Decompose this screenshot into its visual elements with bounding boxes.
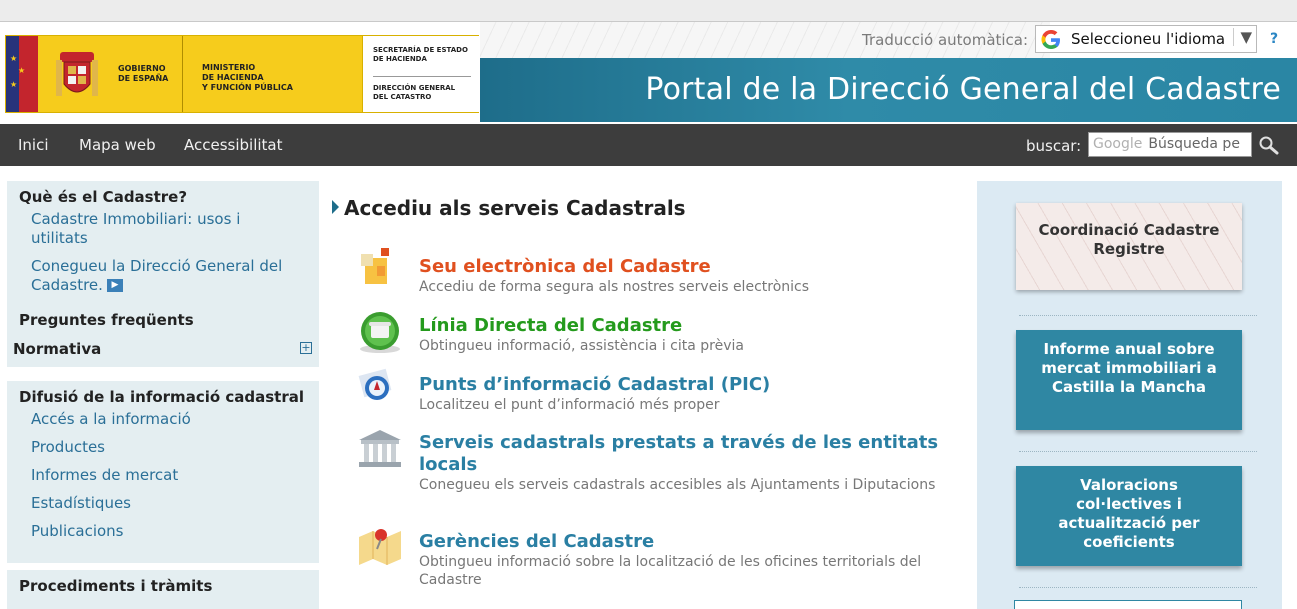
sidebar-item-productes[interactable]: Productes [31, 438, 105, 457]
services-title: Accediu als serveis Cadastrals [344, 196, 686, 220]
nav-item-accessibilitat[interactable]: Accessibilitat [184, 136, 283, 154]
service-title-linia[interactable]: Línia Directa del Cadastre [419, 315, 959, 337]
government-text: GOBIERNO DE ESPAÑA [118, 64, 169, 83]
sidebar-link-usos[interactable]: Cadastre Immobiliari: usos i utilitats [31, 210, 271, 248]
sidebar-link-faq[interactable]: Preguntes freqüents [19, 311, 194, 329]
google-g-icon [1041, 30, 1060, 49]
video-icon[interactable]: ▶ [106, 279, 123, 292]
map-pin-icon [359, 529, 401, 565]
sidebar-box-cadastre: Què és el Cadastre? Cadastre Immobiliari… [7, 181, 319, 367]
search-icon[interactable] [1258, 135, 1280, 155]
sidebar-item-estadistiques[interactable]: Estadístiques [31, 494, 131, 513]
promo-next-box[interactable] [1014, 600, 1242, 609]
promo-informe-label: Informe anual sobre mercat immobiliari a… [1041, 340, 1217, 396]
promo-coordinacio-label: Coordinació Cadastre Registre [1038, 221, 1220, 258]
service-desc-seu: Accediu de forma segura als nostres serv… [419, 279, 810, 295]
google-search-brand: Google [1093, 136, 1143, 152]
search-label: buscar: [1026, 137, 1082, 155]
ministry-text: MINISTERIO DE HACIENDA Y FUNCIÓN PÚBLICA [202, 63, 293, 92]
promo-coordinacio[interactable]: Coordinació Cadastre Registre [1016, 203, 1242, 290]
coat-of-arms-icon [56, 52, 98, 96]
sidebar-item-informes[interactable]: Informes de mercat [31, 466, 178, 485]
promo-valoracions[interactable]: Valoracions col·lectives i actualització… [1016, 466, 1242, 566]
header-banner: Portal de la Direcció General del Cadast… [480, 58, 1297, 122]
service-title-entitats[interactable]: Serveis cadastrals prestats a través de … [419, 432, 959, 476]
service-title-pic[interactable]: Punts d’informació Cadastral (PIC) [419, 374, 959, 396]
logo-divider [182, 36, 183, 112]
site-header: Portal de la Direcció General del Cadast… [0, 22, 1297, 123]
sidebar-link-normativa[interactable]: Normativa [13, 340, 101, 358]
language-select-value: Seleccioneu l'idioma [1071, 30, 1226, 48]
service-title-seu[interactable]: Seu electrònica del Cadastre [419, 256, 959, 278]
electronic-office-icon [361, 248, 389, 284]
nav-item-inici[interactable]: Inici [18, 136, 49, 154]
nav-item-mapa-web[interactable]: Mapa web [79, 136, 156, 154]
expand-plus-icon[interactable]: + [300, 342, 312, 354]
promo-informe-anual[interactable]: Informe anual sobre mercat immobiliari a… [1016, 330, 1242, 430]
portal-title: Portal de la Direcció General del Cadast… [645, 72, 1281, 107]
sidebar-box-difusio: Difusió de la informació cadastral Accés… [7, 381, 319, 563]
search-placeholder: Búsqueda pe [1148, 136, 1240, 152]
service-desc-linia: Obtingueu informació, assistència i cita… [419, 338, 744, 354]
secretariat-divider [373, 76, 471, 77]
language-select[interactable]: Seleccioneu l'idioma ▼ [1035, 25, 1257, 53]
service-desc-entitats: Conegueu els serveis cadastrals accesibl… [419, 477, 936, 493]
promo-valoracions-label: Valoracions col·lectives i actualització… [1058, 476, 1200, 551]
sidebar-item-publicacions[interactable]: Publicacions [31, 522, 124, 541]
secretariat-panel: SECRETARÍA DE ESTADO DE HACIENDA DIRECCI… [362, 36, 479, 112]
translate-label: Traducció automàtica: [862, 31, 1029, 49]
service-desc-pic: Localitzeu el punt d’informació més prop… [419, 397, 720, 413]
help-icon[interactable]: ? [1270, 31, 1278, 47]
promo-divider [1019, 451, 1257, 452]
eu-flag-icon: ★ ★ ★ [6, 36, 38, 112]
search-input[interactable]: Google Búsqueda pe [1088, 132, 1252, 157]
directorate-text: DIRECCIÓN GENERAL DEL CATASTRO [373, 84, 456, 101]
phone-icon [360, 312, 400, 353]
browser-top-strip [0, 0, 1297, 22]
sidebar-heading-procediments[interactable]: Procediments i tràmits [19, 577, 212, 595]
government-logo[interactable]: ★ ★ ★ GOBIERNO DE ESPAÑA MINISTERIO DE HAC… [5, 35, 479, 113]
compass-map-icon [358, 368, 392, 400]
sidebar-heading-what-is: Què és el Cadastre? [19, 188, 188, 206]
promo-divider [1019, 315, 1257, 316]
sidebar-item-acces[interactable]: Accés a la informació [31, 410, 191, 429]
promo-divider [1019, 587, 1257, 588]
government-building-icon [359, 430, 401, 467]
sidebar-box-procediments: Procediments i tràmits [7, 570, 319, 609]
sidebar-heading-difusio: Difusió de la informació cadastral [19, 388, 305, 406]
main-navbar: Inici Mapa web Accessibilitat buscar: Go… [0, 124, 1297, 166]
dropdown-arrow-icon: ▼ [1233, 28, 1252, 46]
secretariat-text: SECRETARÍA DE ESTADO DE HACIENDA [373, 46, 468, 63]
service-desc-gerencies: Obtingueu informació sobre la localitzac… [419, 554, 922, 588]
title-arrow-icon [332, 200, 339, 214]
sidebar-link-conegueu[interactable]: Conegueu la Direcció General del Cadastr… [31, 257, 301, 295]
service-title-gerencies[interactable]: Gerències del Cadastre [419, 531, 959, 553]
